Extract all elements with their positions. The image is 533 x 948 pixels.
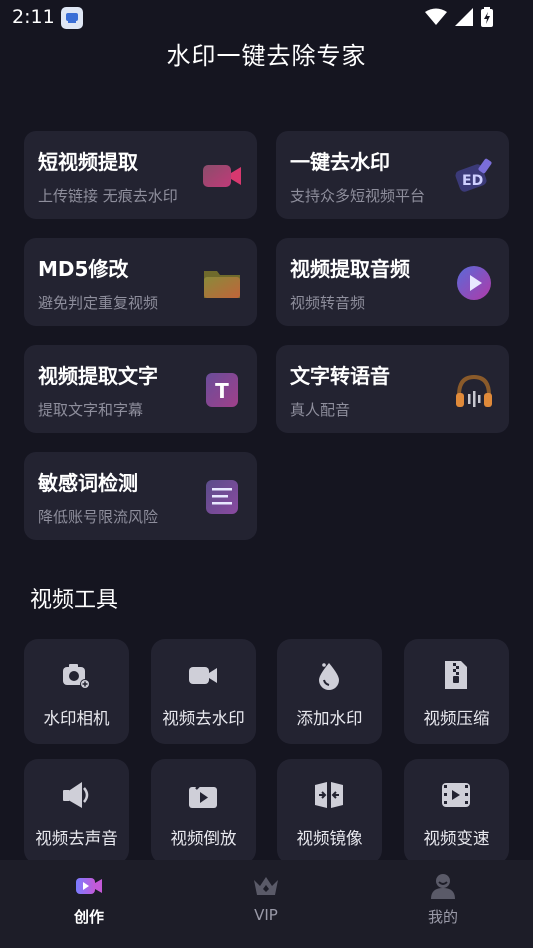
tool-add-watermark[interactable]: 添加水印 — [277, 639, 382, 744]
text-icon: T — [201, 369, 243, 411]
status-bar: 2:11 — [0, 0, 533, 36]
speed-icon — [440, 779, 472, 811]
tool-label: 视频压缩 — [423, 709, 490, 728]
card-subtitle: 降低账号限流风险 — [38, 508, 159, 526]
tool-label: 视频倒放 — [170, 829, 237, 848]
feature-card-text-to-speech[interactable]: 文字转语音 真人配音 — [276, 345, 509, 433]
feature-card-one-click-remove[interactable]: 一键去水印 支持众多短视频平台 ED — [276, 131, 509, 219]
audio-icon — [453, 262, 495, 304]
stamp-badge: ED — [462, 173, 483, 189]
tool-video-speed[interactable]: 视频变速 — [404, 759, 509, 864]
signal-icon — [455, 8, 473, 30]
tool-label: 添加水印 — [296, 709, 363, 728]
tool-video-remove-watermark[interactable]: 视频去水印 — [151, 639, 256, 744]
text-badge: T — [215, 379, 229, 403]
camera-icon — [60, 659, 92, 691]
drop-icon — [313, 659, 345, 691]
card-subtitle: 上传链接 无痕去水印 — [38, 187, 178, 205]
headphones-icon — [453, 369, 495, 411]
tool-label: 视频变速 — [423, 829, 490, 848]
status-time: 2:11 — [12, 6, 55, 28]
card-subtitle: 避免判定重复视频 — [38, 294, 159, 312]
tool-video-mirror[interactable]: 视频镜像 — [277, 759, 382, 864]
document-icon — [201, 476, 243, 518]
folder-icon — [201, 262, 243, 304]
tool-video-compress[interactable]: 视频压缩 — [404, 639, 509, 744]
stamp-icon: ED — [453, 155, 495, 197]
app-notification-icon — [61, 7, 83, 29]
feature-card-sensitive-words[interactable]: 敏感词检测 降低账号限流风险 — [24, 452, 257, 540]
tab-label: VIP — [254, 906, 278, 924]
tool-video-mute[interactable]: 视频去声音 — [24, 759, 129, 864]
bottom-tab-bar: 创作 VIP 我的 — [0, 860, 533, 948]
create-icon — [75, 872, 103, 900]
card-subtitle: 视频转音频 — [290, 294, 366, 312]
tab-label: 我的 — [427, 908, 458, 926]
feature-card-extract-text[interactable]: 视频提取文字 提取文字和字幕 T — [24, 345, 257, 433]
tool-label: 水印相机 — [43, 709, 110, 728]
tool-watermark-camera[interactable]: 水印相机 — [24, 639, 129, 744]
zip-icon — [440, 659, 472, 691]
crown-icon — [252, 872, 280, 900]
feature-card-md5-modify[interactable]: MD5修改 避免判定重复视频 — [24, 238, 257, 326]
tool-label: 视频去声音 — [35, 829, 118, 848]
tab-mine[interactable]: 我的 — [383, 860, 503, 948]
card-subtitle: 真人配音 — [290, 401, 351, 419]
battery-icon — [481, 7, 493, 31]
tab-label: 创作 — [73, 908, 104, 926]
tool-video-reverse[interactable]: 视频倒放 — [151, 759, 256, 864]
section-title-video-tools: 视频工具 — [30, 588, 119, 613]
page-title: 水印一键去除专家 — [166, 42, 367, 70]
tab-vip[interactable]: VIP — [206, 860, 326, 948]
card-title: 视频提取音频 — [290, 257, 410, 281]
rewind-icon — [187, 779, 219, 811]
card-title: 视频提取文字 — [38, 364, 158, 388]
card-subtitle: 支持众多短视频平台 — [290, 187, 426, 205]
card-title: 短视频提取 — [38, 150, 138, 174]
wifi-icon — [425, 8, 447, 30]
card-title: 敏感词检测 — [38, 471, 138, 495]
tool-label: 视频镜像 — [296, 829, 363, 848]
mirror-icon — [313, 779, 345, 811]
feature-card-short-video-extract[interactable]: 短视频提取 上传链接 无痕去水印 — [24, 131, 257, 219]
card-title: 文字转语音 — [290, 364, 390, 388]
tab-create[interactable]: 创作 — [29, 860, 149, 948]
tool-label: 视频去水印 — [162, 709, 245, 728]
video-icon — [187, 659, 219, 691]
card-title: MD5修改 — [38, 257, 129, 281]
card-subtitle: 提取文字和字幕 — [38, 401, 144, 419]
status-icons — [425, 7, 493, 31]
card-title: 一键去水印 — [290, 150, 390, 174]
video-camera-icon — [201, 155, 243, 197]
feature-card-extract-audio[interactable]: 视频提取音频 视频转音频 — [276, 238, 509, 326]
profile-icon — [429, 872, 457, 900]
speaker-mute-icon — [60, 779, 92, 811]
